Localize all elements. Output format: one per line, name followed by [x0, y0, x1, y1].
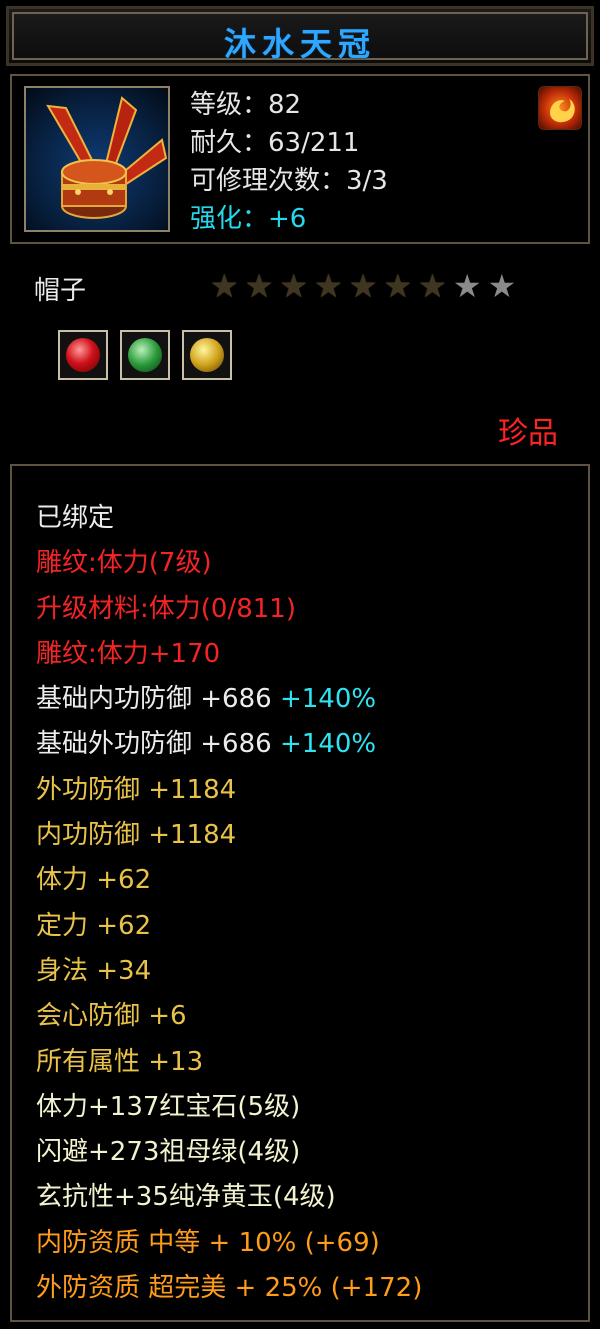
property-text: 闪避+273祖母绿(4级): [36, 1137, 301, 1168]
property-text: 已绑定: [36, 503, 115, 533]
property-text: 基础外功防御 +686: [36, 729, 272, 760]
property-text: 内功防御 +1184: [36, 820, 237, 851]
property-line: 内防资质 中等 + 10% (+69): [36, 1221, 422, 1266]
star-icon: ★: [279, 267, 309, 305]
property-line: 雕纹:体力+170: [36, 632, 422, 677]
item-tooltip: 沐水天冠 等级：82 耐久：63/211 可修理次数：3/3 强化：+6 帽子 …: [0, 0, 600, 1329]
property-text: 体力+137红宝石(5级): [36, 1091, 301, 1122]
item-header: 等级：82 耐久：63/211 可修理次数：3/3 强化：+6: [10, 74, 590, 244]
property-line: 定力 +62: [36, 904, 422, 949]
property-text: 所有属性 +13: [36, 1046, 204, 1077]
helmet-icon: [24, 86, 170, 232]
property-line: 体力+137红宝石(5级): [36, 1085, 422, 1130]
properties-panel: 已绑定雕纹:体力(7级) 升级材料:体力(0/811) 雕纹:体力+170 基础内功防…: [10, 464, 590, 1322]
enhance-text: 强化：+6: [190, 204, 307, 234]
durability-text: 耐久：63/211: [190, 128, 360, 158]
property-line: 已绑定: [36, 496, 422, 541]
property-bonus: +140%: [271, 729, 377, 760]
property-line: 玄抗性+35纯净黄玉(4级): [36, 1175, 422, 1220]
property-line: 基础内功防御 +686 +140%: [36, 677, 422, 722]
property-line: 基础外功防御 +686 +140%: [36, 722, 422, 767]
property-text: 会心防御 +6: [36, 1001, 187, 1032]
property-line: 外防资质 超完美 + 25% (+172): [36, 1266, 422, 1311]
property-bonus: +140%: [271, 684, 377, 715]
property-text: 定力 +62: [36, 910, 152, 941]
property-text: 身法 +34: [36, 955, 152, 986]
star-icon: ★: [244, 267, 274, 305]
property-line: 外功防御 +1184: [36, 768, 422, 813]
star-icon: ★: [452, 267, 482, 305]
star-icon: ★: [314, 267, 343, 305]
star-icon: ★: [383, 267, 413, 305]
star-icon: ★: [348, 267, 378, 305]
property-text: 外防资质 超完美 + 25% (+172): [36, 1273, 423, 1304]
property-line: 身法 +34: [36, 949, 422, 994]
title-bar: 沐水天冠: [6, 6, 594, 66]
rarity-label: 珍品: [498, 416, 558, 451]
property-line: 雕纹:体力(7级): [36, 541, 422, 586]
property-line: 内功防御 +1184: [36, 813, 422, 858]
property-line: 闪避+273祖母绿(4级): [36, 1130, 422, 1175]
fire-emblem-icon: [538, 86, 582, 130]
property-line: 会心防御 +6: [36, 994, 422, 1039]
property-text: 体力 +62: [36, 865, 152, 896]
property-line: 体力 +62: [36, 858, 422, 903]
item-name: 沐水天冠: [223, 25, 376, 63]
repair-count-text: 可修理次数：3/3: [190, 166, 388, 196]
item-type: 帽子: [34, 276, 87, 306]
property-line: 所有属性 +13: [36, 1040, 422, 1085]
gem-slots: [58, 330, 232, 380]
property-text: 外功防御 +1184: [36, 774, 237, 805]
property-text: 雕纹:体力+170: [36, 638, 221, 669]
property-text: 内防资质 中等 + 10% (+69): [36, 1227, 380, 1258]
property-line: 升级材料:体力(0/811): [36, 587, 422, 632]
star-icon: ★: [487, 267, 517, 305]
item-stats: 等级：82 耐久：63/211 可修理次数：3/3 强化：+6: [190, 86, 388, 238]
properties-list: 已绑定雕纹:体力(7级) 升级材料:体力(0/811) 雕纹:体力+170 基础内功防…: [36, 496, 422, 1311]
red-gem-icon[interactable]: [58, 330, 108, 380]
green-gem-icon[interactable]: [120, 330, 170, 380]
property-text: 雕纹:体力(7级): [36, 548, 212, 579]
property-text: 基础内功防御 +686: [36, 684, 272, 715]
property-text: 玄抗性+35纯净黄玉(4级): [36, 1182, 336, 1213]
star-icon: ★: [418, 267, 447, 305]
property-text: 升级材料:体力(0/811): [36, 593, 296, 624]
star-icon: ★: [210, 267, 239, 305]
star-rating: ★ ★ ★ ★ ★ ★ ★ ★ ★: [210, 268, 516, 304]
yellow-gem-icon[interactable]: [182, 330, 232, 380]
level-text: 等级：82: [190, 90, 302, 120]
